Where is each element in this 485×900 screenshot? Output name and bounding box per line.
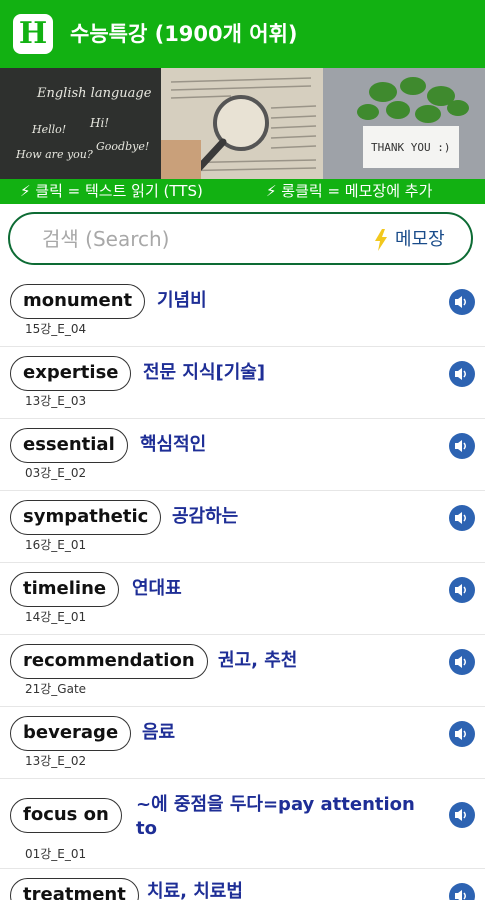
magnifier-newspaper-image	[161, 68, 323, 179]
word-row[interactable]: expertise 전문 지식[기술] 13강_E_03	[0, 347, 485, 419]
speaker-icon[interactable]	[449, 721, 475, 747]
speaker-icon[interactable]	[449, 649, 475, 675]
word-chip[interactable]: focus on	[10, 798, 122, 833]
app-bar: H 수능특강 (1900개 어휘)	[0, 0, 485, 68]
word-source: 15강_E_04	[25, 322, 87, 336]
speaker-icon[interactable]	[449, 289, 475, 315]
word-source: 01강_E_01	[25, 847, 87, 861]
search-input[interactable]	[42, 225, 332, 253]
word-chip[interactable]: beverage	[10, 716, 132, 751]
app-logo-icon: H	[13, 14, 53, 54]
word-meaning[interactable]: 핵심적인	[140, 433, 206, 457]
chalk-text: English language	[37, 86, 152, 101]
word-chip[interactable]: treatment	[10, 878, 139, 900]
lightning-icon	[375, 229, 387, 251]
word-source: 03강_E_02	[25, 466, 87, 480]
speaker-icon[interactable]	[449, 883, 475, 900]
chalkboard-image: English language Hello! Hi! How are you?…	[0, 68, 161, 179]
app-title: 수능특강 (1900개 어휘)	[70, 22, 298, 46]
word-row[interactable]: recommendation 권고, 추천 21강_Gate	[0, 635, 485, 707]
word-chip[interactable]: sympathetic	[10, 500, 162, 535]
word-meaning[interactable]: 연대표	[132, 577, 182, 601]
word-row[interactable]: monument 기념비 15강_E_04	[0, 275, 485, 347]
plant-icon	[323, 68, 485, 179]
tts-hint: ⚡ 클릭 = 텍스트 읽기 (TTS)	[20, 182, 203, 200]
word-source: 21강_Gate	[25, 682, 87, 696]
word-chip[interactable]: recommendation	[10, 644, 208, 679]
chalk-text: Goodbye!	[96, 140, 150, 153]
banner-image: English language Hello! Hi! How are you?…	[0, 68, 485, 179]
word-meaning[interactable]: 전문 지식[기술]	[143, 361, 265, 385]
word-chip[interactable]: essential	[10, 428, 128, 463]
memo-hint: ⚡ 롱클릭 = 메모장에 추가	[266, 182, 433, 200]
speaker-icon[interactable]	[449, 361, 475, 387]
chalk-text: Hi!	[90, 116, 110, 130]
memo-label: 메모장	[395, 229, 445, 250]
word-chip[interactable]: expertise	[10, 356, 132, 391]
chalk-text: Hello!	[32, 123, 67, 136]
word-meaning[interactable]: 권고, 추천	[218, 649, 297, 673]
word-row[interactable]: sympathetic 공감하는 16강_E_01	[0, 491, 485, 563]
word-row[interactable]: timeline 연대표 14강_E_01	[0, 563, 485, 635]
plant-thank-you-image: THANK YOU :)	[323, 68, 485, 179]
word-source: 13강_E_03	[25, 394, 87, 408]
word-meaning[interactable]: ~에 중점을 두다=pay attention to	[136, 793, 431, 841]
word-meaning[interactable]: 음료	[142, 721, 175, 745]
memo-button[interactable]: 메모장	[370, 227, 470, 253]
usage-hint-bar: ⚡ 클릭 = 텍스트 읽기 (TTS) ⚡ 롱클릭 = 메모장에 추가	[0, 179, 485, 204]
word-row[interactable]: treatment 치료, 치료법	[0, 869, 485, 900]
speaker-icon[interactable]	[449, 577, 475, 603]
speaker-icon[interactable]	[449, 505, 475, 531]
word-meaning[interactable]: 공감하는	[172, 505, 238, 529]
word-row[interactable]: focus on ~에 중점을 두다=pay attention to 01강_…	[0, 779, 485, 869]
word-meaning[interactable]: 치료, 치료법	[147, 880, 243, 900]
magnifier-icon	[161, 68, 323, 179]
speaker-icon[interactable]	[449, 433, 475, 459]
word-source: 16강_E_01	[25, 538, 87, 552]
word-chip[interactable]: timeline	[10, 572, 120, 607]
word-source: 14강_E_01	[25, 610, 87, 624]
word-row[interactable]: beverage 음료 13강_E_02	[0, 707, 485, 779]
speaker-icon[interactable]	[449, 802, 475, 828]
word-row[interactable]: essential 핵심적인 03강_E_02	[0, 419, 485, 491]
word-meaning[interactable]: 기념비	[157, 289, 207, 313]
search-bar: 메모장	[8, 212, 473, 265]
word-list: monument 기념비 15강_E_04 expertise 전문 지식[기술…	[0, 275, 485, 900]
chalk-text: How are you?	[16, 148, 93, 161]
thank-you-card-text: THANK YOU :)	[371, 141, 451, 154]
word-source: 13강_E_02	[25, 754, 87, 768]
word-chip[interactable]: monument	[10, 284, 146, 319]
